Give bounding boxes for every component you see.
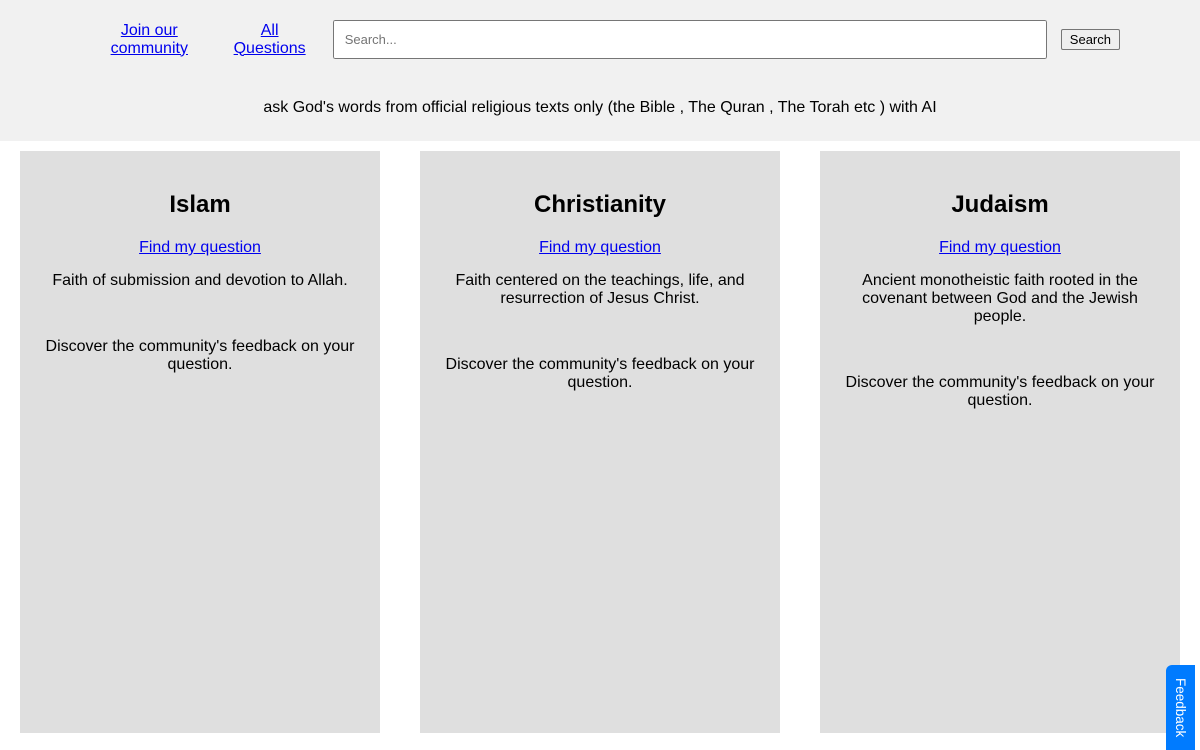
- feedback-tab[interactable]: Feedback: [1166, 665, 1195, 750]
- card-description: Faith centered on the teachings, life, a…: [440, 272, 760, 308]
- card-feedback: Discover the community's feedback on you…: [840, 374, 1160, 410]
- header: Join our community All Questions Search …: [0, 0, 1200, 141]
- header-nav: Join our community All Questions Search: [80, 20, 1120, 59]
- find-question-link[interactable]: Find my question: [539, 239, 661, 256]
- all-questions-link[interactable]: All Questions: [223, 22, 317, 58]
- card-feedback: Discover the community's feedback on you…: [440, 356, 760, 392]
- card-title: Islam: [40, 191, 360, 219]
- card-islam: Islam Find my question Faith of submissi…: [20, 151, 380, 733]
- card-title: Christianity: [440, 191, 760, 219]
- join-community-link[interactable]: Join our community: [80, 22, 219, 58]
- search-input[interactable]: [333, 20, 1047, 59]
- card-christianity: Christianity Find my question Faith cent…: [420, 151, 780, 733]
- tagline: ask God's words from official religious …: [80, 59, 1120, 141]
- card-description: Faith of submission and devotion to Alla…: [40, 272, 360, 290]
- card-judaism: Judaism Find my question Ancient monothe…: [820, 151, 1180, 733]
- card-title: Judaism: [840, 191, 1160, 219]
- find-question-link[interactable]: Find my question: [939, 239, 1061, 256]
- cards-container: Islam Find my question Faith of submissi…: [0, 141, 1200, 743]
- card-feedback: Discover the community's feedback on you…: [40, 338, 360, 374]
- find-question-link[interactable]: Find my question: [139, 239, 261, 256]
- search-button[interactable]: Search: [1061, 29, 1120, 50]
- card-description: Ancient monotheistic faith rooted in the…: [840, 272, 1160, 326]
